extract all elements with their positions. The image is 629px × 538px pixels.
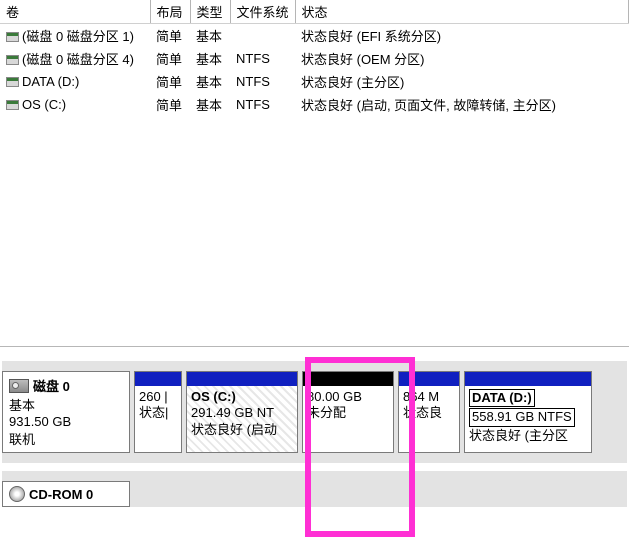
volume-layout: 简单 xyxy=(150,93,190,116)
hard-disk-icon xyxy=(9,379,29,393)
volume-fs: NTFS xyxy=(230,70,295,93)
volume-row[interactable]: (磁盘 0 磁盘分区 4) 简单基本NTFS状态良好 (OEM 分区) xyxy=(0,47,629,70)
volume-name: (磁盘 0 磁盘分区 4) xyxy=(22,52,134,67)
volume-type: 基本 xyxy=(190,93,230,116)
volume-icon xyxy=(6,100,19,110)
volume-status: 状态良好 (启动, 页面文件, 故障转储, 主分区) xyxy=(295,93,629,116)
cdrom-title: CD-ROM 0 xyxy=(29,487,93,502)
cdrom-label[interactable]: CD-ROM 0 xyxy=(2,481,130,507)
partition-block[interactable]: OS (C:)291.49 GB NT状态良好 (启动 xyxy=(186,371,298,453)
partition-body: DATA (D:)558.91 GB NTFS状态良好 (主分区 xyxy=(465,386,591,452)
disk-state: 联机 xyxy=(9,432,35,447)
disk-label[interactable]: 磁盘 0 基本 931.50 GB 联机 xyxy=(2,371,130,453)
volume-row[interactable]: (磁盘 0 磁盘分区 1) 简单基本 状态良好 (EFI 系统分区) xyxy=(0,24,629,48)
volume-status: 状态良好 (OEM 分区) xyxy=(295,47,629,70)
partition-stripe xyxy=(465,372,591,386)
volume-icon xyxy=(6,77,19,87)
disk-row: 磁盘 0 基本 931.50 GB 联机 260 |状态|OS (C:)291.… xyxy=(2,361,627,463)
volume-layout: 简单 xyxy=(150,47,190,70)
disk-kind: 基本 xyxy=(9,398,35,413)
partition-body: 864 M状态良 xyxy=(399,386,459,452)
cdrom-row: CD-ROM 0 xyxy=(2,471,627,507)
volume-icon xyxy=(6,55,19,65)
volume-layout: 简单 xyxy=(150,70,190,93)
volume-status: 状态良好 (主分区) xyxy=(295,70,629,93)
partition-body: OS (C:)291.49 GB NT状态良好 (启动 xyxy=(187,386,297,452)
volume-name: DATA (D:) xyxy=(22,74,79,89)
partition-stripe xyxy=(135,372,181,386)
volume-row[interactable]: OS (C:) 简单基本NTFS状态良好 (启动, 页面文件, 故障转储, 主分区… xyxy=(0,93,629,116)
col-type[interactable]: 类型 xyxy=(190,0,230,24)
col-fs[interactable]: 文件系统 xyxy=(230,0,295,24)
partition-blocks: 260 |状态|OS (C:)291.49 GB NT状态良好 (启动80.00… xyxy=(134,371,627,453)
volume-type: 基本 xyxy=(190,47,230,70)
volume-type: 基本 xyxy=(190,70,230,93)
partition-block[interactable]: 80.00 GB未分配 xyxy=(302,371,394,453)
volume-status: 状态良好 (EFI 系统分区) xyxy=(295,24,629,48)
volume-name: (磁盘 0 磁盘分区 1) xyxy=(22,29,134,44)
cdrom-icon xyxy=(9,486,25,502)
partition-stripe xyxy=(187,372,297,386)
partition-stripe xyxy=(399,372,459,386)
partition-block[interactable]: 260 |状态| xyxy=(134,371,182,453)
volume-fs xyxy=(230,24,295,48)
partition-body: 80.00 GB未分配 xyxy=(303,386,393,452)
partition-body: 260 |状态| xyxy=(135,386,181,452)
col-status[interactable]: 状态 xyxy=(295,0,629,24)
disk-title: 磁盘 0 xyxy=(33,379,70,394)
volume-name: OS (C:) xyxy=(22,97,66,112)
disk-capacity: 931.50 GB xyxy=(9,414,71,429)
disk-graphic-pane: 磁盘 0 基本 931.50 GB 联机 260 |状态|OS (C:)291.… xyxy=(0,346,629,507)
volume-icon xyxy=(6,32,19,42)
volume-fs: NTFS xyxy=(230,93,295,116)
col-layout[interactable]: 布局 xyxy=(150,0,190,24)
volume-type: 基本 xyxy=(190,24,230,48)
volume-fs: NTFS xyxy=(230,47,295,70)
volume-table: 卷 布局 类型 文件系统 状态 (磁盘 0 磁盘分区 1)简单基本状态良好 (E… xyxy=(0,0,629,116)
col-volume[interactable]: 卷 xyxy=(0,0,150,24)
partition-block[interactable]: DATA (D:)558.91 GB NTFS状态良好 (主分区 xyxy=(464,371,592,453)
volume-row[interactable]: DATA (D:) 简单基本NTFS状态良好 (主分区) xyxy=(0,70,629,93)
partition-block[interactable]: 864 M状态良 xyxy=(398,371,460,453)
volume-layout: 简单 xyxy=(150,24,190,48)
partition-stripe xyxy=(303,372,393,386)
